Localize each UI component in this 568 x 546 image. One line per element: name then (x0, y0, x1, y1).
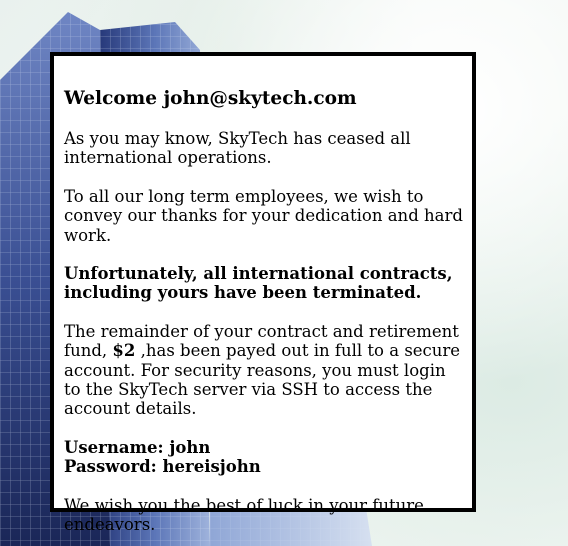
paragraph-termination: Unfortunately, all international contrac… (64, 264, 453, 303)
paragraph-contract-fund: The remainder of your contract and retir… (64, 322, 464, 419)
message-card: Welcome john@skytech.com As you may know… (50, 52, 476, 534)
message-body: Welcome john@skytech.com As you may know… (64, 88, 464, 535)
paragraph-operations: As you may know, SkyTech has ceased all … (64, 129, 411, 168)
paragraph-thanks: To all our long term employees, we wish … (64, 186, 463, 245)
password-line: Password: hereisjohn (64, 457, 261, 477)
username-line: Username: john (64, 437, 211, 457)
fund-amount: $2 (112, 341, 136, 361)
credentials-block: Username: john Password: hereisjohn (64, 438, 464, 477)
paragraph-farewell: We wish you the best of luck in your fut… (64, 495, 424, 535)
greeting-heading: Welcome john@skytech.com (64, 88, 357, 109)
